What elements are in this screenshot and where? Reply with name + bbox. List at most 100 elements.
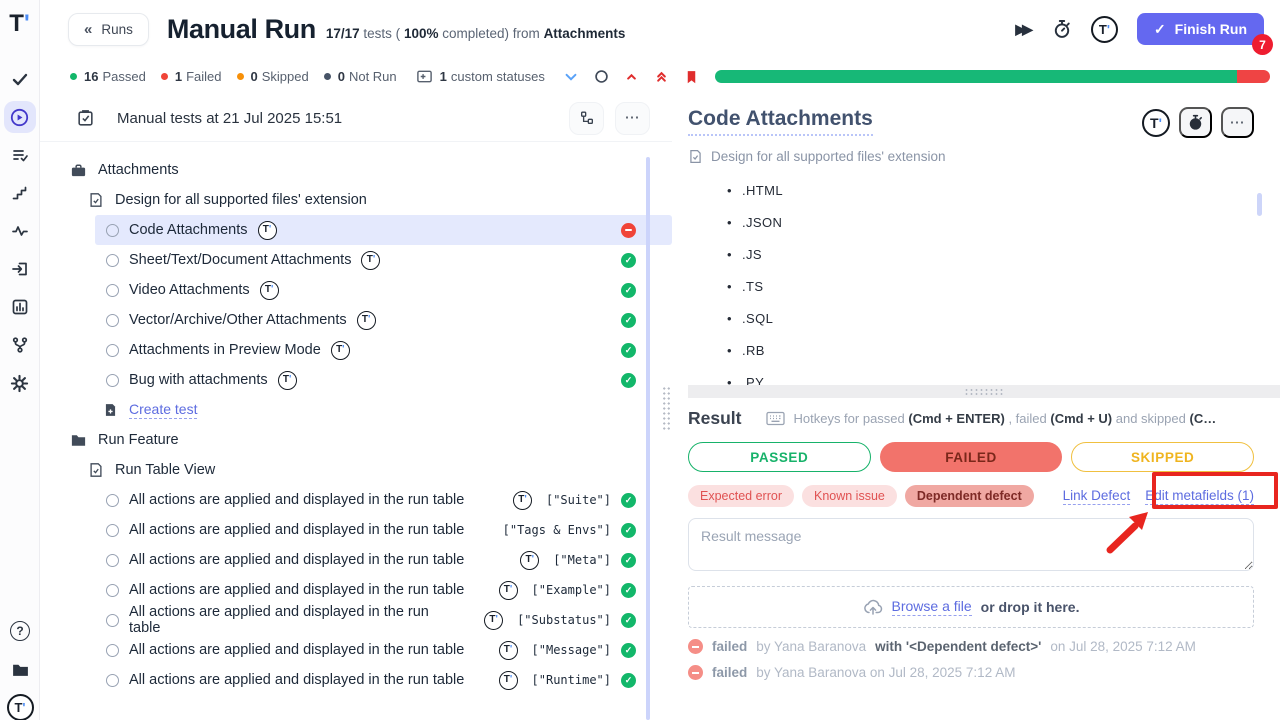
- activity-pulse-icon[interactable]: [0, 212, 40, 250]
- test-title[interactable]: All actions are applied and displayed in…: [129, 642, 464, 658]
- test-row[interactable]: All actions are applied and displayed in…: [40, 545, 672, 575]
- feature-title[interactable]: Run Table View: [115, 462, 215, 478]
- test-row[interactable]: All actions are applied and displayed in…: [40, 485, 672, 515]
- test-title[interactable]: All actions are applied and displayed in…: [129, 672, 464, 688]
- notification-badge[interactable]: 7: [1252, 34, 1273, 55]
- help-icon[interactable]: ?: [0, 612, 40, 650]
- analytics-icon[interactable]: [0, 288, 40, 326]
- test-detail-title[interactable]: Code Attachments: [688, 107, 873, 136]
- radio-circle-icon[interactable]: [106, 614, 119, 627]
- test-row[interactable]: All actions are applied and displayed in…: [40, 605, 672, 635]
- radio-circle-icon[interactable]: [106, 344, 119, 357]
- suite-row-attachments[interactable]: Attachments: [40, 155, 672, 185]
- test-row[interactable]: All actions are applied and displayed in…: [40, 575, 672, 605]
- test-title[interactable]: All actions are applied and displayed in…: [129, 522, 464, 538]
- test-title[interactable]: Sheet/Text/Document Attachments: [129, 252, 351, 268]
- notrun-count: 0: [338, 69, 345, 84]
- file-dropzone[interactable]: Browse a file or drop it here.: [688, 586, 1254, 628]
- panel-resize-handle[interactable]: [662, 386, 671, 430]
- notrun-filter-icon[interactable]: [594, 69, 609, 84]
- steps-icon[interactable]: [0, 174, 40, 212]
- radio-circle-icon[interactable]: [106, 554, 119, 567]
- failed-dot-icon: [161, 73, 168, 80]
- test-title[interactable]: Code Attachments: [129, 222, 248, 238]
- feature-row-run-table[interactable]: Run Table View: [40, 455, 672, 485]
- test-title[interactable]: Attachments in Preview Mode: [129, 342, 321, 358]
- test-title[interactable]: All actions are applied and displayed in…: [129, 582, 464, 598]
- edit-metafields-link[interactable]: Edit metafields (1): [1145, 488, 1254, 505]
- list-item: .SQL: [742, 302, 1254, 334]
- timer-icon[interactable]: [1052, 19, 1072, 39]
- keyboard-icon: [766, 411, 785, 426]
- branches-icon[interactable]: [0, 326, 40, 364]
- tree-scrollbar[interactable]: [646, 157, 650, 720]
- detail-more-button[interactable]: ⋯: [1221, 107, 1254, 138]
- test-row[interactable]: Sheet/Text/Document Attachments T' ✓: [40, 245, 672, 275]
- suite-row-run-feature[interactable]: Run Feature: [40, 425, 672, 455]
- test-row-selected[interactable]: Code Attachments T': [95, 215, 672, 245]
- test-title[interactable]: Bug with attachments: [129, 372, 268, 388]
- test-row[interactable]: All actions are applied and displayed in…: [40, 635, 672, 665]
- radio-circle-icon[interactable]: [106, 674, 119, 687]
- test-row[interactable]: Bug with attachments T' ✓: [40, 365, 672, 395]
- test-row[interactable]: Attachments in Preview Mode T' ✓: [40, 335, 672, 365]
- radio-circle-icon[interactable]: [106, 494, 119, 507]
- test-title[interactable]: All actions are applied and displayed in…: [129, 492, 464, 508]
- radio-circle-icon[interactable]: [106, 284, 119, 297]
- link-defect-link[interactable]: Link Defect: [1063, 488, 1131, 505]
- create-test-link[interactable]: Create test: [129, 401, 197, 419]
- tree-view-button[interactable]: [569, 102, 604, 135]
- status-passed-icon: ✓: [621, 583, 636, 598]
- test-row[interactable]: All actions are applied and displayed in…: [40, 665, 672, 695]
- priority-highest-icon[interactable]: [654, 69, 669, 84]
- chip-expected-error[interactable]: Expected error: [688, 485, 794, 507]
- settings-gear-icon[interactable]: [0, 364, 40, 402]
- radio-circle-icon[interactable]: [106, 374, 119, 387]
- bookmark-icon[interactable]: [684, 69, 699, 85]
- runs-play-icon[interactable]: [4, 101, 36, 133]
- radio-circle-icon[interactable]: [106, 644, 119, 657]
- skipped-button[interactable]: SKIPPED: [1071, 442, 1254, 472]
- test-title[interactable]: All actions are applied and displayed in…: [129, 552, 464, 568]
- import-icon[interactable]: [0, 250, 40, 288]
- radio-circle-icon[interactable]: [106, 314, 119, 327]
- radio-circle-icon[interactable]: [106, 524, 119, 537]
- test-title[interactable]: Video Attachments: [129, 282, 250, 298]
- timer-button[interactable]: [1179, 107, 1212, 138]
- suite-title[interactable]: Attachments: [98, 162, 179, 178]
- description-scrollbar[interactable]: [1257, 193, 1262, 216]
- description-resize-divider[interactable]: [688, 385, 1280, 398]
- failed-button[interactable]: FAILED: [880, 442, 1063, 472]
- test-row[interactable]: Video Attachments T' ✓: [40, 275, 672, 305]
- chip-known-issue[interactable]: Known issue: [802, 485, 897, 507]
- result-message-input[interactable]: [688, 518, 1254, 571]
- passed-button[interactable]: PASSED: [688, 442, 871, 472]
- radio-circle-icon[interactable]: [106, 224, 119, 237]
- app-logo-icon[interactable]: T': [9, 0, 29, 48]
- back-to-runs-button[interactable]: « Runs: [68, 13, 149, 46]
- testomat-badge-icon[interactable]: T': [1142, 109, 1170, 137]
- expand-chevron-icon[interactable]: [563, 69, 579, 85]
- radio-circle-icon[interactable]: [106, 584, 119, 597]
- account-logo-icon[interactable]: T': [0, 688, 40, 720]
- radio-circle-icon[interactable]: [106, 254, 119, 267]
- chip-dependent-defect[interactable]: Dependent defect: [905, 485, 1034, 507]
- create-test-row[interactable]: Create test: [40, 395, 672, 425]
- projects-folder-icon[interactable]: [0, 650, 40, 688]
- profile-logo-icon[interactable]: T': [1091, 16, 1118, 43]
- results-check-icon[interactable]: [0, 60, 40, 98]
- feature-row-design[interactable]: Design for all supported files' extensio…: [40, 185, 672, 215]
- test-plan-icon[interactable]: [0, 136, 40, 174]
- fast-forward-icon[interactable]: ▶▶: [1015, 21, 1033, 38]
- tree-more-button[interactable]: ⋯: [615, 102, 650, 135]
- feature-title[interactable]: Design for all supported files' extensio…: [115, 192, 367, 208]
- test-row[interactable]: Vector/Archive/Other Attachments T' ✓: [40, 305, 672, 335]
- test-row[interactable]: All actions are applied and displayed in…: [40, 515, 672, 545]
- priority-up-icon[interactable]: [624, 69, 639, 84]
- browse-file-link[interactable]: Browse a file: [892, 598, 972, 616]
- passed-dot-icon: [70, 73, 77, 80]
- test-title[interactable]: All actions are applied and displayed in…: [129, 604, 464, 636]
- test-title[interactable]: Vector/Archive/Other Attachments: [129, 312, 347, 328]
- finish-run-button[interactable]: ✓ Finish Run 7: [1137, 13, 1264, 45]
- suite-title[interactable]: Run Feature: [98, 432, 179, 448]
